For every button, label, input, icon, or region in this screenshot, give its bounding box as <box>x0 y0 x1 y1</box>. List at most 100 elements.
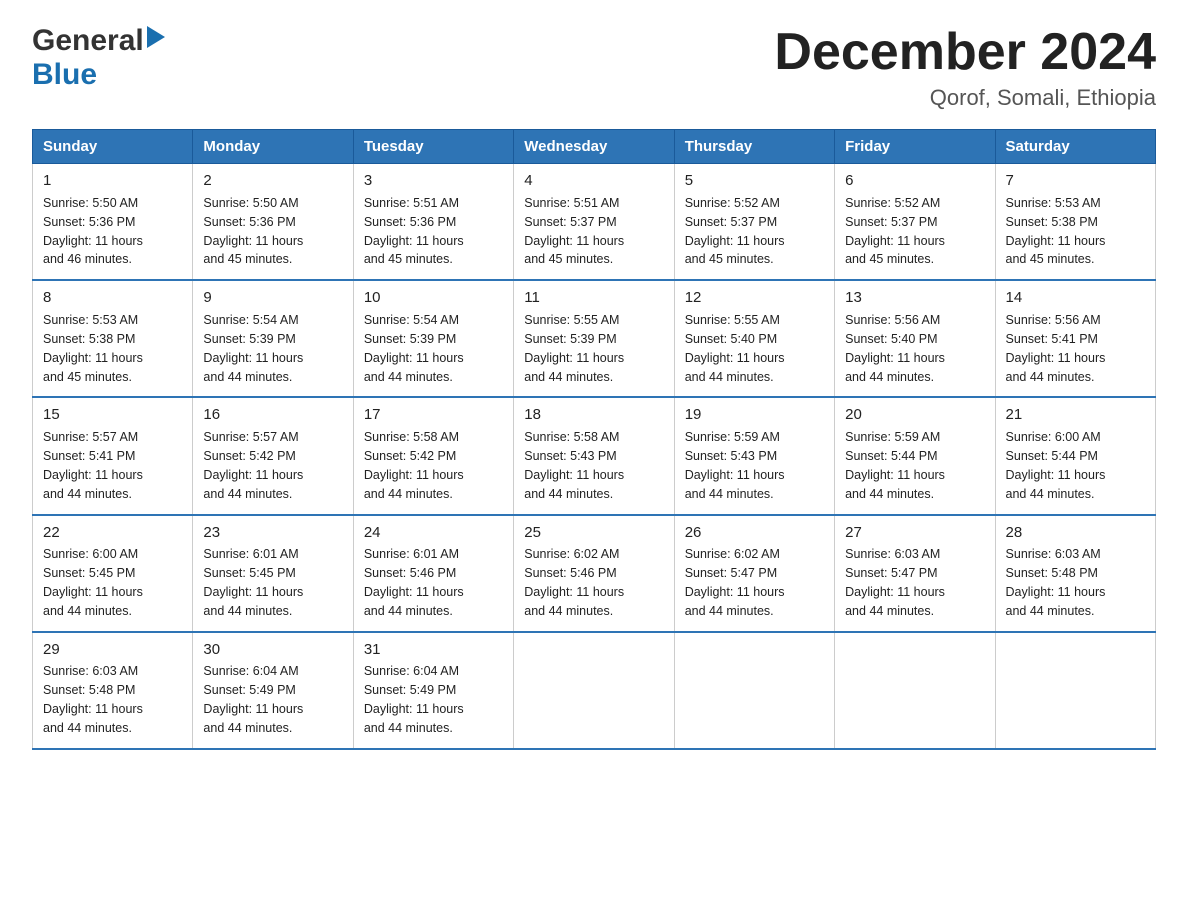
logo: General Blue <box>32 24 165 92</box>
calendar-week-row: 15 Sunrise: 5:57 AMSunset: 5:41 PMDayligh… <box>33 397 1156 514</box>
day-number: 4 <box>524 170 663 192</box>
day-info: Sunrise: 5:51 AMSunset: 5:36 PMDaylight:… <box>364 196 464 267</box>
calendar-cell <box>995 632 1155 749</box>
calendar-cell: 13Sunrise: 5:56 AMSunset: 5:40 PMDayligh… <box>835 280 995 397</box>
day-number: 15 <box>43 404 182 426</box>
day-info: Sunrise: 6:01 AMSunset: 5:45 PMDaylight:… <box>203 547 303 618</box>
page-title: December 2024 <box>774 24 1156 81</box>
page-header: General Blue December 2024 Qorof, Somali… <box>32 24 1156 111</box>
day-info: Sunrise: 5:50 AMSunset: 5:36 PMDaylight:… <box>203 196 303 267</box>
day-info: Sunrise: 6:04 AMSunset: 5:49 PMDaylight:… <box>203 664 303 735</box>
day-number: 21 <box>1006 404 1145 426</box>
day-number: 12 <box>685 287 824 309</box>
day-info: Sunrise: 6:00 AMSunset: 5:44 PMDaylight:… <box>1006 430 1106 501</box>
day-info: Sunrise: 6:02 AMSunset: 5:47 PMDaylight:… <box>685 547 785 618</box>
day-info: Sunrise: 5:58 AMSunset: 5:42 PMDaylight:… <box>364 430 464 501</box>
calendar-cell: 16Sunrise: 5:57 AMSunset: 5:42 PMDayligh… <box>193 397 353 514</box>
day-number: 2 <box>203 170 342 192</box>
calendar-cell: 24Sunrise: 6:01 AMSunset: 5:46 PMDayligh… <box>353 515 513 632</box>
day-number: 7 <box>1006 170 1145 192</box>
day-info: Sunrise: 5:52 AMSunset: 5:37 PMDaylight:… <box>685 196 785 267</box>
day-info: Sunrise: 5:59 AMSunset: 5:44 PMDaylight:… <box>845 430 945 501</box>
day-number: 27 <box>845 522 984 544</box>
day-info: Sunrise: 5:56 AMSunset: 5:41 PMDaylight:… <box>1006 313 1106 384</box>
day-number: 24 <box>364 522 503 544</box>
calendar-cell <box>835 632 995 749</box>
calendar-week-row: 29 Sunrise: 6:03 AMSunset: 5:48 PMDayligh… <box>33 632 1156 749</box>
calendar-week-row: 22Sunrise: 6:00 AMSunset: 5:45 PMDayligh… <box>33 515 1156 632</box>
header-wednesday: Wednesday <box>514 130 674 164</box>
day-number: 5 <box>685 170 824 192</box>
day-info: Sunrise: 5:53 AMSunset: 5:38 PMDaylight:… <box>43 313 143 384</box>
day-number: 28 <box>1006 522 1145 544</box>
day-info: Sunrise: 6:03 AMSunset: 5:47 PMDaylight:… <box>845 547 945 618</box>
calendar-cell: 2 Sunrise: 5:50 AMSunset: 5:36 PMDaylight… <box>193 164 353 281</box>
calendar-cell: 1 Sunrise: 5:50 AMSunset: 5:36 PMDaylight… <box>33 164 193 281</box>
day-number: 23 <box>203 522 342 544</box>
calendar-cell: 14 Sunrise: 5:56 AMSunset: 5:41 PMDayligh… <box>995 280 1155 397</box>
day-number: 22 <box>43 522 182 544</box>
header-tuesday: Tuesday <box>353 130 513 164</box>
calendar-cell: 4 Sunrise: 5:51 AMSunset: 5:37 PMDaylight… <box>514 164 674 281</box>
day-number: 26 <box>685 522 824 544</box>
day-number: 19 <box>685 404 824 426</box>
calendar-cell: 31 Sunrise: 6:04 AMSunset: 5:49 PMDayligh… <box>353 632 513 749</box>
calendar-cell: 17Sunrise: 5:58 AMSunset: 5:42 PMDayligh… <box>353 397 513 514</box>
day-info: Sunrise: 5:54 AMSunset: 5:39 PMDaylight:… <box>203 313 303 384</box>
logo-arrow-icon <box>147 26 165 53</box>
calendar-cell: 29 Sunrise: 6:03 AMSunset: 5:48 PMDayligh… <box>33 632 193 749</box>
header-sunday: Sunday <box>33 130 193 164</box>
day-number: 25 <box>524 522 663 544</box>
day-info: Sunrise: 5:52 AMSunset: 5:37 PMDaylight:… <box>845 196 945 267</box>
calendar-cell: 23 Sunrise: 6:01 AMSunset: 5:45 PMDayligh… <box>193 515 353 632</box>
day-info: Sunrise: 5:57 AMSunset: 5:41 PMDaylight:… <box>43 430 143 501</box>
day-info: Sunrise: 5:51 AMSunset: 5:37 PMDaylight:… <box>524 196 624 267</box>
calendar-cell: 27 Sunrise: 6:03 AMSunset: 5:47 PMDayligh… <box>835 515 995 632</box>
calendar-cell <box>674 632 834 749</box>
day-number: 10 <box>364 287 503 309</box>
calendar-week-row: 8 Sunrise: 5:53 AMSunset: 5:38 PMDaylight… <box>33 280 1156 397</box>
logo-general-text: General <box>32 24 144 58</box>
calendar-cell: 10 Sunrise: 5:54 AMSunset: 5:39 PMDayligh… <box>353 280 513 397</box>
calendar-week-row: 1 Sunrise: 5:50 AMSunset: 5:36 PMDaylight… <box>33 164 1156 281</box>
calendar-cell: 28 Sunrise: 6:03 AMSunset: 5:48 PMDayligh… <box>995 515 1155 632</box>
calendar-cell: 6 Sunrise: 5:52 AMSunset: 5:37 PMDaylight… <box>835 164 995 281</box>
day-number: 13 <box>845 287 984 309</box>
calendar-cell: 26 Sunrise: 6:02 AMSunset: 5:47 PMDayligh… <box>674 515 834 632</box>
calendar-cell: 19 Sunrise: 5:59 AMSunset: 5:43 PMDayligh… <box>674 397 834 514</box>
logo-blue-text: Blue <box>32 58 97 91</box>
calendar-cell: 20 Sunrise: 5:59 AMSunset: 5:44 PMDayligh… <box>835 397 995 514</box>
day-info: Sunrise: 5:59 AMSunset: 5:43 PMDaylight:… <box>685 430 785 501</box>
day-info: Sunrise: 5:54 AMSunset: 5:39 PMDaylight:… <box>364 313 464 384</box>
calendar-header-row: SundayMondayTuesdayWednesdayThursdayFrid… <box>33 130 1156 164</box>
page-subtitle: Qorof, Somali, Ethiopia <box>774 85 1156 111</box>
calendar-cell: 25 Sunrise: 6:02 AMSunset: 5:46 PMDayligh… <box>514 515 674 632</box>
title-area: December 2024 Qorof, Somali, Ethiopia <box>774 24 1156 111</box>
day-info: Sunrise: 5:55 AMSunset: 5:40 PMDaylight:… <box>685 313 785 384</box>
calendar-cell: 9Sunrise: 5:54 AMSunset: 5:39 PMDaylight… <box>193 280 353 397</box>
day-number: 14 <box>1006 287 1145 309</box>
calendar-table: SundayMondayTuesdayWednesdayThursdayFrid… <box>32 129 1156 750</box>
day-info: Sunrise: 6:03 AMSunset: 5:48 PMDaylight:… <box>1006 547 1106 618</box>
day-number: 31 <box>364 639 503 661</box>
day-number: 29 <box>43 639 182 661</box>
day-number: 20 <box>845 404 984 426</box>
calendar-cell: 5 Sunrise: 5:52 AMSunset: 5:37 PMDaylight… <box>674 164 834 281</box>
day-number: 3 <box>364 170 503 192</box>
day-info: Sunrise: 6:03 AMSunset: 5:48 PMDaylight:… <box>43 664 143 735</box>
day-number: 6 <box>845 170 984 192</box>
day-number: 11 <box>524 287 663 309</box>
day-number: 16 <box>203 404 342 426</box>
day-info: Sunrise: 5:55 AMSunset: 5:39 PMDaylight:… <box>524 313 624 384</box>
day-number: 8 <box>43 287 182 309</box>
calendar-cell: 21 Sunrise: 6:00 AMSunset: 5:44 PMDayligh… <box>995 397 1155 514</box>
calendar-cell: 18Sunrise: 5:58 AMSunset: 5:43 PMDayligh… <box>514 397 674 514</box>
header-saturday: Saturday <box>995 130 1155 164</box>
day-info: Sunrise: 6:04 AMSunset: 5:49 PMDaylight:… <box>364 664 464 735</box>
day-info: Sunrise: 6:02 AMSunset: 5:46 PMDaylight:… <box>524 547 624 618</box>
header-monday: Monday <box>193 130 353 164</box>
day-info: Sunrise: 5:58 AMSunset: 5:43 PMDaylight:… <box>524 430 624 501</box>
header-friday: Friday <box>835 130 995 164</box>
day-number: 1 <box>43 170 182 192</box>
day-info: Sunrise: 5:50 AMSunset: 5:36 PMDaylight:… <box>43 196 143 267</box>
